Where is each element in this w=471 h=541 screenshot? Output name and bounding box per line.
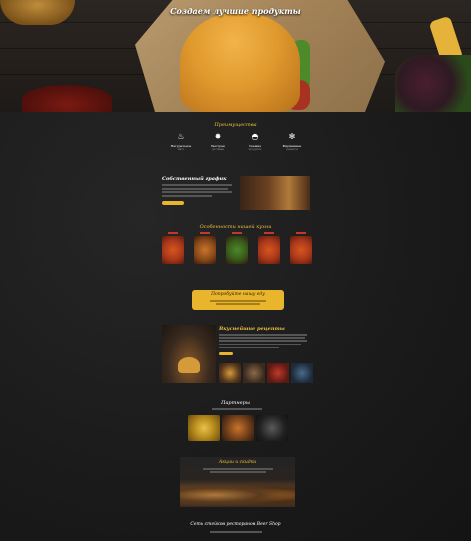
advantage-sub: рецепты (286, 148, 298, 151)
dish-badge (200, 232, 210, 234)
chef-icon: ♨ (177, 132, 185, 141)
partners-list (188, 415, 288, 441)
footer-text-line (210, 531, 262, 533)
dish-badge (296, 232, 306, 234)
advantage-item: ◓ Свежие продукты (240, 132, 270, 151)
dish-badge (264, 232, 274, 234)
dish-image (162, 236, 184, 264)
burgers-text (219, 334, 311, 349)
order-banner[interactable]: Попробуйте нашу еду (192, 290, 284, 310)
promotions-text (190, 468, 285, 473)
order-title: Попробуйте нашу еду (211, 292, 265, 297)
partners-text-line (212, 408, 262, 410)
dish-image (226, 236, 248, 264)
partner-logo[interactable] (256, 415, 288, 441)
dish-badge (168, 232, 178, 234)
burgers-title: Вкуснейшие рецепты (219, 326, 285, 332)
promotions-title: Акции и скидки (218, 460, 257, 465)
dish-card[interactable] (258, 232, 280, 266)
partner-logo[interactable] (222, 415, 254, 441)
gear-icon: ✻ (288, 132, 296, 141)
advantage-item: ✻ Фирменные рецепты (277, 132, 307, 151)
dish-badge (232, 232, 242, 234)
partner-logo[interactable] (188, 415, 220, 441)
order-text-line (210, 300, 266, 302)
dish-card[interactable] (226, 232, 248, 266)
advantage-item: ♨ Натуральное мясо (166, 132, 196, 151)
schedule-title: Собственный график (162, 176, 227, 182)
partners-title: Партнеры (221, 400, 250, 406)
burger-photo (162, 325, 216, 383)
footer-title: Сеть стейков ресторанов Beer Shop (190, 522, 281, 527)
advantages-title: Преимущества (214, 122, 257, 128)
burger-thumb[interactable] (219, 363, 241, 383)
dish-card[interactable] (162, 232, 184, 266)
burger-icon: ◓ (251, 132, 259, 141)
burgers-button[interactable] (219, 352, 233, 355)
hero-banner: Создаем лучшие продукты (0, 0, 471, 112)
dish-image (258, 236, 280, 264)
hero-title: Создаем лучшие продукты (170, 6, 301, 16)
schedule-section: Собственный график (162, 176, 312, 212)
burger-thumb[interactable] (267, 363, 289, 383)
dishes-list (162, 232, 312, 272)
landing-page: Создаем лучшие продукты Преимущества ♨ Н… (0, 0, 471, 541)
burger-thumb[interactable] (291, 363, 313, 383)
dish-image (194, 236, 216, 264)
promotions-food-image (180, 483, 295, 507)
advantage-sub: мясо (177, 148, 185, 151)
advantage-sub: продукты (248, 148, 262, 151)
star-icon: ✸ (214, 132, 222, 141)
dish-card[interactable] (194, 232, 216, 266)
promotions-section: Акции и скидки (180, 457, 295, 507)
dish-image (290, 236, 312, 264)
specialties-title: Особенности нашей кухни (199, 224, 272, 230)
burgers-section: Вкуснейшие рецепты (162, 325, 313, 385)
order-text-line (216, 303, 260, 305)
schedule-button[interactable] (162, 201, 184, 205)
schedule-text (162, 184, 234, 197)
restaurant-photo (240, 176, 310, 210)
sauce-bowl-image (22, 85, 112, 112)
burger-thumbs (219, 363, 313, 383)
burger-image (180, 12, 300, 112)
advantages-list: ♨ Натуральное мясо ✸ Быстрая доставка ◓ … (166, 132, 310, 160)
advantage-sub: доставка (212, 148, 224, 151)
advantage-item: ✸ Быстрая доставка (203, 132, 233, 151)
greens-image (395, 55, 471, 112)
burger-thumb[interactable] (243, 363, 265, 383)
dish-card[interactable] (290, 232, 312, 266)
